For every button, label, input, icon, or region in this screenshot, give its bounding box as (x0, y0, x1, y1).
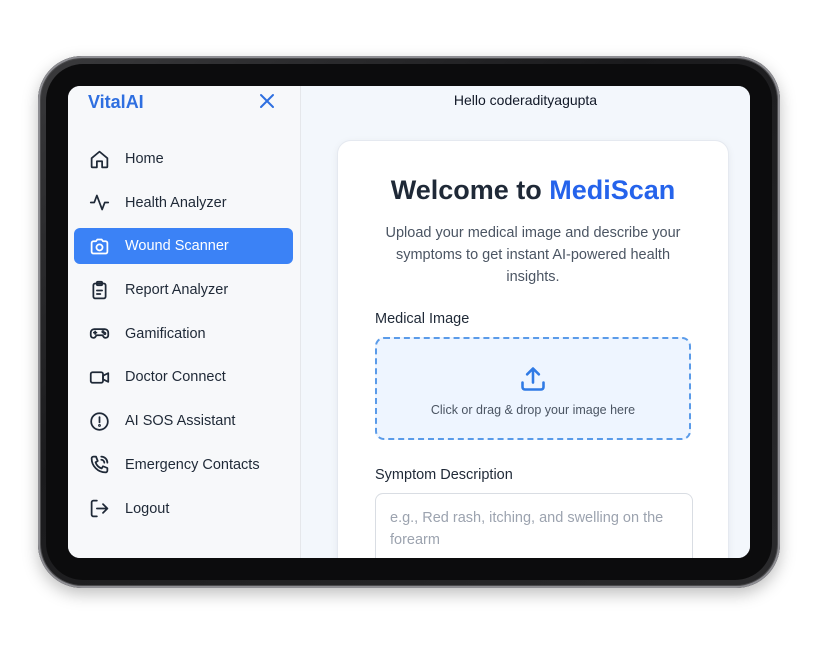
sidebar-item-label: Report Analyzer (125, 282, 229, 299)
mediscan-card: Welcome to MediScan Upload your medical … (337, 140, 729, 558)
clipboard-icon (88, 279, 110, 301)
sidebar-item-label: Home (125, 151, 164, 167)
user-greeting: Hello coderadityagupta (453, 92, 598, 108)
video-icon (88, 366, 110, 388)
sidebar-item-label: Gamification (125, 325, 206, 342)
gamepad-icon (88, 323, 110, 345)
activity-icon (88, 192, 110, 214)
sidebar-item-ai-sos-assistant[interactable]: AI SOS Assistant (74, 403, 293, 439)
camera-icon (88, 235, 110, 257)
sidebar-item-wound-scanner[interactable]: Wound Scanner (74, 228, 293, 265)
sidebar-item-report-analyzer[interactable]: Report Analyzer (74, 272, 293, 308)
symptom-description-label: Symptom Description (375, 467, 513, 483)
sidebar-item-label: Emergency Contacts (125, 456, 260, 473)
sidebar-item-label: Health Analyzer (125, 194, 227, 211)
symptom-placeholder: e.g., Red rash, itching, and swelling on… (390, 510, 664, 548)
sidebar-item-label: Wound Scanner (125, 238, 229, 255)
dropzone-text: Click or drag & drop your image here (430, 403, 636, 417)
sidebar-item-emergency-contacts[interactable]: Emergency Contacts (74, 447, 293, 483)
sidebar-item-home[interactable]: Home (74, 141, 293, 177)
upload-icon (521, 367, 545, 391)
sidebar-item-label: AI SOS Assistant (125, 413, 236, 430)
dropzone-icon-wrap (377, 365, 689, 393)
sidebar-nav: Home Health Analyzer Wound Scanner Repor… (74, 141, 293, 534)
sidebar-item-logout[interactable]: Logout (74, 491, 293, 527)
close-icon (260, 94, 274, 108)
app-screen: VitalAI Home Health Analyzer Wound Scann… (68, 86, 750, 558)
logout-icon (88, 498, 110, 520)
sidebar: VitalAI Home Health Analyzer Wound Scann… (68, 86, 301, 558)
page-title: Welcome to MediScan (338, 175, 728, 206)
close-sidebar-button[interactable] (256, 90, 278, 112)
phone-call-icon (88, 454, 110, 476)
sidebar-item-health-analyzer[interactable]: Health Analyzer (74, 185, 293, 221)
symptom-description-input[interactable]: e.g., Red rash, itching, and swelling on… (375, 493, 693, 558)
image-dropzone[interactable]: Click or drag & drop your image here (375, 337, 691, 440)
title-accent: MediScan (549, 175, 676, 205)
alert-circle-icon (88, 410, 110, 432)
page-subtitle: Upload your medical image and describe y… (385, 225, 681, 285)
sidebar-item-label: Doctor Connect (125, 369, 226, 386)
home-icon (88, 148, 110, 170)
main-content: Hello coderadityagupta Welcome to MediSc… (301, 86, 750, 558)
sidebar-item-gamification[interactable]: Gamification (74, 316, 293, 352)
sidebar-item-doctor-connect[interactable]: Doctor Connect (74, 359, 293, 395)
title-prefix: Welcome to (390, 175, 550, 205)
medical-image-label: Medical Image (375, 311, 470, 327)
brand-logo[interactable]: VitalAI (88, 92, 144, 113)
sidebar-item-label: Logout (125, 500, 170, 517)
